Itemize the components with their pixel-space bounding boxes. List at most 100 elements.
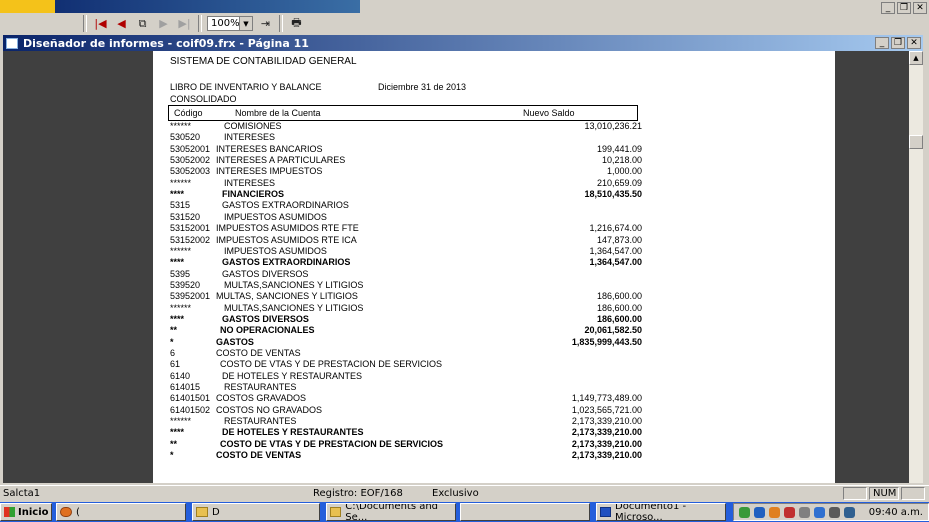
row-code: 53052001: [170, 144, 211, 154]
word-document-icon: [600, 507, 612, 517]
taskbar-item-label: C:\Documents and Se...: [345, 503, 439, 521]
print-button[interactable]: 🖶: [287, 15, 306, 32]
close-preview-button[interactable]: ⇥: [256, 15, 275, 32]
close-button[interactable]: ✕: [913, 2, 927, 14]
row-account-name: GASTOS EXTRAORDINARIOS: [222, 200, 349, 210]
row-balance: 1,149,773,489.00: [571, 393, 642, 403]
inner-restore-button[interactable]: ❐: [891, 37, 905, 49]
vertical-scrollbar[interactable]: ▲: [909, 51, 923, 483]
row-code: ******: [170, 178, 192, 188]
row-code: 53052003: [170, 166, 211, 176]
status-num: NUM: [873, 488, 897, 499]
row-account-name: COSTOS GRAVADOS: [216, 393, 307, 403]
taskbar-item-folder[interactable]: D: [192, 503, 320, 521]
row-balance: 2,173,339,210.00: [571, 416, 642, 426]
report-consolidated: CONSOLIDADO: [170, 94, 237, 104]
inner-minimize-button[interactable]: _: [875, 37, 889, 49]
update-icon[interactable]: [769, 507, 780, 518]
folder-icon: [330, 507, 342, 517]
row-account-name: COSTOS NO GRAVADOS: [216, 405, 323, 415]
row-balance: 186,600.00: [596, 314, 642, 324]
clock: 09:40 a.m.: [868, 507, 923, 518]
browser-icon: [60, 507, 72, 517]
row-account-name: INTERESES BANCARIOS: [216, 144, 323, 154]
inner-close-button[interactable]: ✕: [907, 37, 921, 49]
taskbar-item-label: Documento1 - Microso...: [615, 503, 687, 521]
status-record: Registro: EOF/168: [313, 488, 403, 499]
row-code: 53152002: [170, 235, 211, 245]
row-balance: 186,600.00: [596, 291, 642, 301]
row-code: ******: [170, 121, 192, 131]
status-alias: Salcta1: [3, 488, 41, 499]
row-account-name: INTERESES A PARTICULARES: [216, 155, 346, 165]
row-account-name: COSTO DE VTAS Y DE PRESTACION DE SERVICI…: [220, 359, 443, 369]
connection-icon[interactable]: [844, 507, 855, 518]
folder-icon: [196, 507, 208, 517]
row-code: **: [170, 439, 178, 449]
taskbar-item-label: (: [76, 506, 80, 518]
zoom-select[interactable]: 100% ▼: [207, 16, 253, 31]
row-account-name: RESTAURANTES: [224, 416, 297, 426]
messenger-icon[interactable]: [754, 507, 765, 518]
row-balance: 2,173,339,210.00: [571, 439, 642, 449]
row-balance: 147,873.00: [596, 235, 642, 245]
first-page-button[interactable]: |◀: [91, 15, 110, 32]
antivirus-icon[interactable]: [784, 507, 795, 518]
document-icon: [6, 37, 18, 49]
taskbar-item-browser[interactable]: (: [56, 503, 186, 521]
inner-window-controls: _ ❐ ✕: [873, 37, 921, 49]
column-header-code: Código: [174, 108, 203, 118]
row-balance: 199,441.09: [596, 144, 642, 154]
previous-page-button[interactable]: ◀: [112, 15, 131, 32]
windows-flag-icon: [4, 507, 15, 517]
start-button[interactable]: Inicio: [0, 503, 52, 521]
goto-page-button[interactable]: ⧉: [133, 15, 152, 32]
row-code: 61: [170, 359, 181, 369]
row-account-name: FINANCIEROS: [222, 189, 285, 199]
row-code: 6: [170, 348, 176, 358]
taskbar-item-word[interactable]: Documento1 - Microso...: [596, 503, 726, 521]
minimize-button[interactable]: _: [881, 2, 895, 14]
row-code: *: [170, 450, 174, 460]
row-account-name: RESTAURANTES: [224, 382, 297, 392]
taskbar-item-documents[interactable]: C:\Documents and Se...: [326, 503, 456, 521]
inner-window-titlebar: Diseñador de informes - coif09.frx - Pág…: [3, 35, 923, 51]
row-code: 531520: [170, 212, 201, 222]
row-balance: 13,010,236.21: [584, 121, 642, 131]
row-code: 6140: [170, 371, 191, 381]
row-code: ****: [170, 427, 185, 437]
row-account-name: IMPUESTOS ASUMIDOS: [224, 212, 327, 222]
row-balance: 210,659.09: [596, 178, 642, 188]
scroll-thumb[interactable]: [909, 135, 923, 149]
restore-button[interactable]: ❐: [897, 2, 911, 14]
row-account-name: COSTO DE VENTAS: [216, 450, 302, 460]
report-book-title: LIBRO DE INVENTARIO Y BALANCE: [170, 82, 322, 92]
network-icon[interactable]: [739, 507, 750, 518]
report-system-title: SISTEMA DE CONTABILIDAD GENERAL: [170, 56, 357, 67]
row-account-name: GASTOS DIVERSOS: [222, 314, 309, 324]
status-bar: Salcta1 Registro: EOF/168 Exclusivo NUM: [0, 485, 929, 502]
tools-icon[interactable]: [799, 507, 810, 518]
row-balance: 20,061,582.50: [584, 325, 642, 335]
row-code: 53052002: [170, 155, 211, 165]
shield-icon[interactable]: [814, 507, 825, 518]
next-page-button[interactable]: ▶: [154, 15, 173, 32]
last-page-button[interactable]: ▶|: [175, 15, 194, 32]
taskbar: Inicio ( D C:\Documents and Se... Docume…: [0, 502, 929, 522]
row-code: ****: [170, 257, 185, 267]
row-code: 53952001: [170, 291, 211, 301]
scroll-up-icon[interactable]: ▲: [909, 51, 923, 65]
volume-icon[interactable]: [829, 507, 840, 518]
taskbar-item-app[interactable]: [460, 503, 590, 521]
row-code: 5395: [170, 269, 191, 279]
row-code: ******: [170, 246, 192, 256]
row-code: 614015: [170, 382, 201, 392]
chevron-down-icon[interactable]: ▼: [239, 17, 252, 30]
row-account-name: INTERESES: [224, 178, 276, 188]
row-account-name: GASTOS DIVERSOS: [222, 269, 309, 279]
main-toolbar-area: |◀ ◀ ⧉ ▶ ▶| 100% ▼ ⇥ 🖶 _ ❐ ✕: [0, 0, 929, 33]
toolbar-separator: [198, 15, 202, 32]
row-account-name: IMPUESTOS ASUMIDOS RTE FTE: [216, 223, 359, 233]
row-balance: 2,173,339,210.00: [571, 450, 642, 460]
row-account-name: COSTO DE VENTAS: [216, 348, 301, 358]
